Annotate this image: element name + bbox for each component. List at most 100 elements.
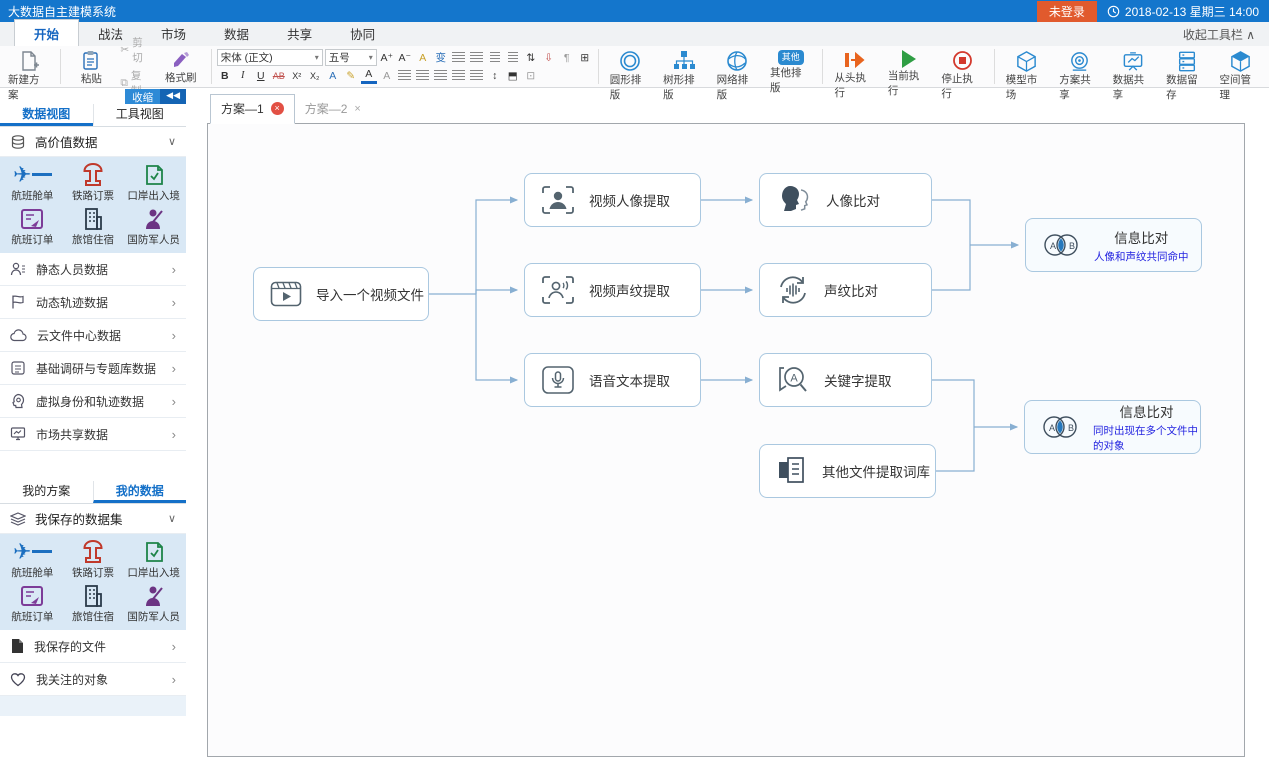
- node-info-compare-2[interactable]: A B 信息比对 同时出现在多个文件中的对象: [1024, 400, 1201, 454]
- bullet-list-button[interactable]: [451, 50, 467, 66]
- collapse-toolbar-button[interactable]: 收起工具栏 ∧: [1169, 22, 1269, 46]
- node-video-face-extract[interactable]: 视频人像提取: [524, 173, 701, 227]
- subscript-button[interactable]: X₂: [307, 68, 323, 84]
- tab-my-data[interactable]: 我的数据: [93, 481, 187, 503]
- cut-label: 剪切: [132, 35, 152, 65]
- node-import-video[interactable]: 导入一个视频文件: [253, 267, 429, 321]
- other-layout-button[interactable]: 其他 其他排版: [764, 47, 817, 86]
- highlight-pen-button[interactable]: ✎: [343, 68, 359, 84]
- dataset-rail-ticket[interactable]: 铁路订票: [63, 538, 124, 580]
- align-left-button[interactable]: [397, 68, 413, 84]
- dataset-military-personnel[interactable]: 国防军人员: [123, 582, 184, 624]
- section-high-value-data[interactable]: 高价值数据 ∨: [0, 127, 186, 157]
- decrease-indent-button[interactable]: [487, 50, 503, 66]
- canvas-tab-plan2[interactable]: 方案—2 ×: [295, 95, 371, 123]
- highlight-text-button[interactable]: A: [415, 50, 431, 66]
- node-video-voiceprint-extract[interactable]: 视频声纹提取: [524, 263, 701, 317]
- menu-tab-share[interactable]: 共享: [268, 20, 331, 46]
- canvas-tab-plan1[interactable]: 方案—1 ×: [210, 94, 295, 124]
- model-market-button[interactable]: 模型市场: [1000, 47, 1053, 86]
- format-painter-button[interactable]: 格式刷: [156, 47, 206, 86]
- category-research-library[interactable]: 基础调研与专题库数据 ›: [0, 352, 186, 385]
- borders-button[interactable]: ⊡: [523, 68, 539, 84]
- align-right-button[interactable]: [433, 68, 449, 84]
- distribute-button[interactable]: [469, 68, 485, 84]
- data-retention-button[interactable]: 数据留存: [1160, 47, 1213, 86]
- run-current-button[interactable]: 当前执行: [882, 47, 935, 86]
- shrink-font-button[interactable]: A⁻: [397, 50, 413, 66]
- dataset-hotel-stay[interactable]: 旅馆住宿: [63, 205, 124, 247]
- tab-data-view[interactable]: 数据视图: [0, 104, 93, 126]
- flow-canvas[interactable]: 导入一个视频文件 视频人像提取 视频声纹提取 语音文本提取: [207, 123, 1245, 757]
- character-border-button[interactable]: A: [379, 68, 395, 84]
- tab-my-plans[interactable]: 我的方案: [0, 481, 93, 503]
- wordart-button[interactable]: A: [325, 68, 341, 84]
- dataset-military-personnel[interactable]: 国防军人员: [123, 205, 184, 247]
- dataset-flight-manifest[interactable]: ✈ 航班舱单: [2, 538, 63, 580]
- grow-font-button[interactable]: A⁺: [379, 50, 395, 66]
- category-dynamic-track[interactable]: 动态轨迹数据 ›: [0, 286, 186, 319]
- sidebar-collapse-button[interactable]: 收缩 ◀◀: [0, 89, 186, 104]
- justify-button[interactable]: [451, 68, 467, 84]
- category-static-person[interactable]: 静态人员数据 ›: [0, 253, 186, 286]
- dataset-flight-manifest[interactable]: ✈ 航班舱单: [2, 161, 63, 203]
- line-spacing-button[interactable]: ↕: [487, 68, 503, 84]
- dataset-flight-order[interactable]: 航班订单: [2, 205, 63, 247]
- table-button[interactable]: ⊞: [577, 50, 593, 66]
- strikethrough-button[interactable]: AB: [271, 68, 287, 84]
- node-other-files-lexicon[interactable]: 其他文件提取词库: [759, 444, 936, 498]
- increase-indent-button[interactable]: [505, 50, 521, 66]
- menu-tab-collab[interactable]: 协同: [331, 20, 394, 46]
- underline-button[interactable]: U: [253, 68, 269, 84]
- change-case-button[interactable]: 变: [433, 50, 449, 66]
- category-label: 虚拟身份和轨迹数据: [36, 393, 144, 410]
- login-status-badge[interactable]: 未登录: [1037, 1, 1097, 22]
- tree-layout-button[interactable]: 树形排版: [657, 47, 710, 86]
- close-tab-icon[interactable]: ×: [271, 102, 284, 115]
- italic-button[interactable]: I: [235, 68, 251, 84]
- stop-button[interactable]: 停止执行: [935, 47, 988, 86]
- menu-tab-start[interactable]: 开始: [14, 19, 79, 46]
- dataset-border-entry[interactable]: 口岸出入境: [123, 538, 184, 580]
- plan-share-button[interactable]: 方案共享: [1053, 47, 1106, 86]
- superscript-button[interactable]: X²: [289, 68, 305, 84]
- shading-button[interactable]: ⬒: [505, 68, 521, 84]
- text-direction-button[interactable]: ⇅: [523, 50, 539, 66]
- node-info-compare-1[interactable]: A B 信息比对 人像和声纹共同命中: [1025, 218, 1202, 272]
- dataset-rail-ticket[interactable]: 铁路订票: [63, 161, 124, 203]
- category-market-shared[interactable]: 市场共享数据 ›: [0, 418, 186, 451]
- space-manage-button[interactable]: 空间管理: [1214, 47, 1267, 86]
- dataset-flight-order[interactable]: 航班订单: [2, 582, 63, 624]
- show-marks-button[interactable]: ¶: [559, 50, 575, 66]
- font-size-select[interactable]: 五号 ▾: [325, 49, 377, 66]
- node-face-compare[interactable]: 人像比对: [759, 173, 932, 227]
- run-from-start-button[interactable]: 从头执行: [828, 47, 881, 86]
- node-keyword-extract[interactable]: A 关键字提取: [759, 353, 932, 407]
- node-voiceprint-compare[interactable]: 声纹比对: [759, 263, 932, 317]
- dataset-border-entry[interactable]: 口岸出入境: [123, 161, 184, 203]
- dataset-hotel-stay[interactable]: 旅馆住宿: [63, 582, 124, 624]
- paste-button[interactable]: 粘贴: [66, 47, 116, 86]
- cut-button[interactable]: ✂ 剪切: [120, 35, 151, 65]
- new-plan-button[interactable]: 新建方案: [2, 47, 55, 86]
- tree-layout-label: 树形排版: [663, 72, 704, 102]
- close-tab-icon[interactable]: ×: [354, 103, 360, 115]
- numbered-list-button[interactable]: [469, 50, 485, 66]
- node-speech-text-extract[interactable]: 语音文本提取: [524, 353, 701, 407]
- row-saved-files[interactable]: 我保存的文件 ›: [0, 630, 186, 663]
- circle-layout-button[interactable]: 圆形排版: [604, 47, 657, 86]
- row-followed-objects[interactable]: 我关注的对象 ›: [0, 663, 186, 696]
- tab-tool-view[interactable]: 工具视图: [93, 104, 187, 126]
- category-virtual-identity[interactable]: 虚拟身份和轨迹数据 ›: [0, 385, 186, 418]
- bold-button[interactable]: B: [217, 68, 233, 84]
- data-share-button[interactable]: 数据共享: [1107, 47, 1160, 86]
- sort-button[interactable]: ⇩: [541, 50, 557, 66]
- align-center-button[interactable]: [415, 68, 431, 84]
- justify-icon: [452, 70, 465, 81]
- font-family-select[interactable]: 宋体 (正文) ▾: [217, 49, 323, 66]
- category-cloud-file[interactable]: 云文件中心数据 ›: [0, 319, 186, 352]
- network-layout-button[interactable]: 网络排版: [711, 47, 764, 86]
- section-saved-datasets[interactable]: 我保存的数据集 ∨: [0, 504, 186, 534]
- font-color-button[interactable]: A: [361, 68, 377, 84]
- menu-tab-data[interactable]: 数据: [205, 20, 268, 46]
